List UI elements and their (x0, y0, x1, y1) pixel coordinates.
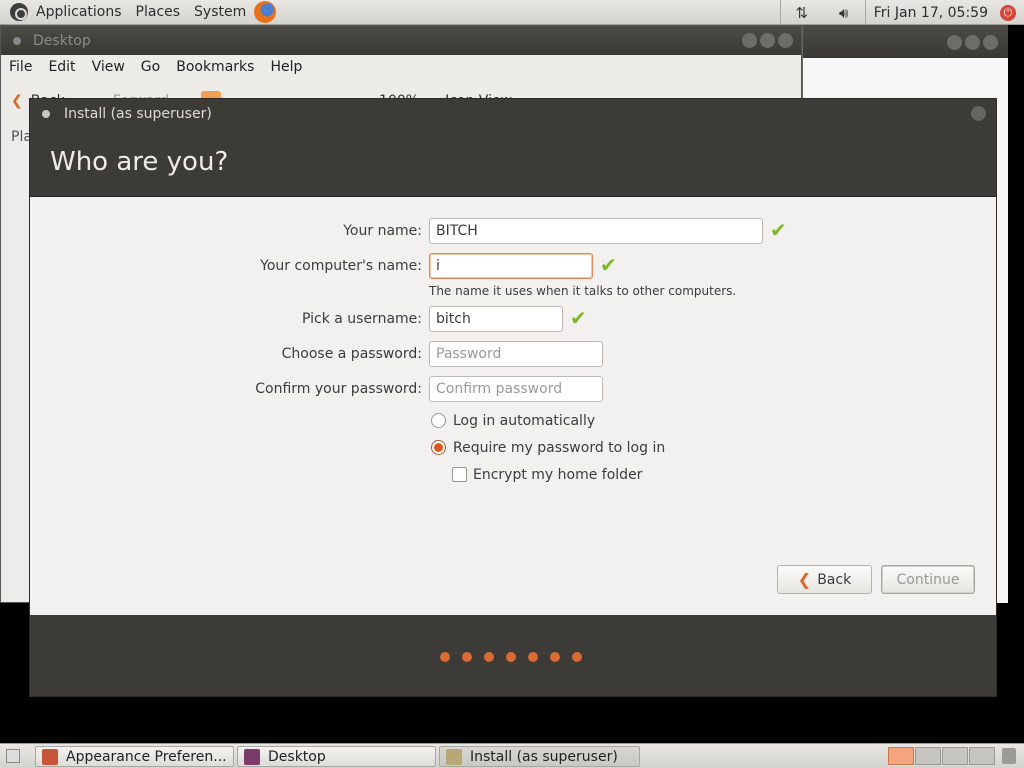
valid-check-icon: ✔ (600, 253, 617, 277)
encrypt-home-checkbox[interactable] (452, 467, 467, 482)
your-name-input[interactable] (429, 218, 763, 244)
folder-icon (244, 748, 260, 765)
menu-edit[interactable]: Edit (40, 59, 83, 75)
window-menu-icon[interactable] (13, 36, 21, 45)
minimize-icon[interactable] (742, 33, 757, 48)
trash-icon[interactable] (1002, 748, 1016, 764)
continue-button[interactable]: Continue (881, 565, 975, 594)
progress-footer (30, 615, 996, 696)
task-appearance-preferences[interactable]: Appearance Preferen... (35, 746, 234, 767)
username-input[interactable] (429, 306, 563, 332)
places-menu[interactable]: Places (132, 0, 185, 25)
login-automatically-label[interactable]: Log in automatically (453, 413, 595, 429)
computer-name-input[interactable] (429, 253, 593, 279)
install-dialog[interactable]: Install (as superuser) Who are you? Your… (29, 98, 997, 697)
show-desktop-icon[interactable] (6, 749, 20, 763)
username-label: Pick a username: (301, 311, 422, 327)
valid-check-icon: ✔ (770, 218, 787, 242)
background-window-titlebar[interactable] (803, 25, 1008, 58)
file-manager-titlebar[interactable]: Desktop (1, 26, 801, 55)
close-icon[interactable] (971, 106, 986, 121)
require-password-radio[interactable] (431, 440, 446, 455)
menu-bookmarks[interactable]: Bookmarks (168, 59, 262, 75)
page-title: Who are you? (50, 147, 229, 177)
valid-check-icon: ✔ (570, 306, 587, 330)
continue-button-label: Continue (896, 571, 960, 588)
dialog-title: Install (as superuser) (64, 105, 212, 122)
firefox-icon[interactable] (254, 1, 277, 23)
ubuntu-logo-icon[interactable] (10, 3, 28, 21)
menubar: File Edit View Go Bookmarks Help (1, 55, 801, 79)
page-title-bar: Who are you? (30, 128, 996, 197)
task-label: Install (as superuser) (470, 748, 618, 765)
close-icon[interactable] (778, 33, 793, 48)
preferences-icon (42, 748, 58, 765)
menu-go[interactable]: Go (133, 59, 168, 75)
password-label: Choose a password: (281, 346, 422, 362)
system-menu[interactable]: System (190, 0, 250, 25)
minimize-icon[interactable] (947, 35, 962, 50)
progress-dot (440, 652, 450, 662)
workspace-4[interactable] (969, 747, 995, 765)
password-input[interactable] (429, 341, 603, 367)
installer-icon (446, 748, 462, 765)
progress-dot (506, 652, 516, 662)
progress-dots (440, 652, 582, 662)
places-sidebar: Pla (1, 123, 32, 602)
dialog-titlebar[interactable]: Install (as superuser) (30, 99, 996, 128)
applications-menu[interactable]: Applications (32, 0, 126, 25)
back-arrow-icon[interactable]: ❮ (11, 93, 23, 109)
your-name-label: Your name: (343, 223, 422, 239)
back-arrow-icon: ❮ (797, 570, 812, 589)
power-icon[interactable]: ⏻ (1000, 4, 1016, 21)
menu-view[interactable]: View (84, 59, 133, 75)
progress-dot (462, 652, 472, 662)
confirm-password-label: Confirm your password: (255, 381, 422, 397)
maximize-icon[interactable] (760, 33, 775, 48)
menu-file[interactable]: File (1, 59, 40, 75)
task-desktop[interactable]: Desktop (237, 746, 436, 767)
close-icon[interactable] (983, 35, 998, 50)
progress-dot (484, 652, 494, 662)
volume-icon[interactable]: 🔊︎ (823, 4, 865, 22)
task-install[interactable]: Install (as superuser) (439, 746, 640, 767)
computer-name-hint: The name it uses when it talks to other … (429, 284, 737, 298)
back-button-label: Back (817, 571, 852, 588)
progress-dot (572, 652, 582, 662)
workspace-3[interactable] (942, 747, 968, 765)
file-manager-title: Desktop (33, 32, 91, 49)
computer-name-label: Your computer's name: (260, 258, 422, 274)
confirm-password-input[interactable] (429, 376, 603, 402)
maximize-icon[interactable] (965, 35, 980, 50)
workspace-2[interactable] (915, 747, 941, 765)
workspace-1[interactable] (888, 747, 914, 765)
bottom-panel: Appearance Preferen... Desktop Install (… (0, 743, 1024, 768)
window-menu-icon[interactable] (42, 109, 50, 118)
menu-help[interactable]: Help (262, 59, 310, 75)
encrypt-home-label[interactable]: Encrypt my home folder (473, 467, 642, 483)
progress-dot (550, 652, 560, 662)
clock[interactable]: Fri Jan 17, 05:59 (866, 5, 996, 21)
network-icon[interactable]: ⇅ (781, 4, 823, 22)
require-password-label[interactable]: Require my password to log in (453, 440, 665, 456)
top-panel: Applications Places System ⇅ 🔊︎ Fri Jan … (0, 0, 1024, 25)
task-label: Appearance Preferen... (66, 748, 227, 765)
task-label: Desktop (268, 748, 326, 765)
back-button[interactable]: ❮ Back (777, 565, 872, 594)
login-automatically-radio[interactable] (431, 413, 446, 428)
progress-dot (528, 652, 538, 662)
